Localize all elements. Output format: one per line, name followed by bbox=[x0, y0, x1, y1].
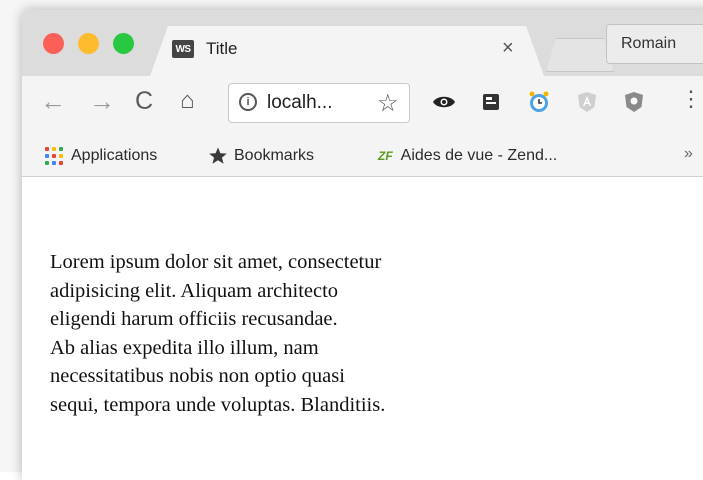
address-bar[interactable]: i localh... ☆ bbox=[228, 83, 410, 123]
clock-icon[interactable] bbox=[527, 90, 551, 114]
star-filled-icon bbox=[209, 147, 227, 164]
eye-icon[interactable] bbox=[432, 90, 456, 114]
body-paragraph: Lorem ipsum dolor sit amet, consectetur … bbox=[50, 248, 520, 419]
zend-icon: ZF bbox=[378, 149, 393, 163]
bookmark-zend[interactable]: ZF Aides de vue - Zend... bbox=[378, 145, 557, 167]
bookmark-star-icon[interactable]: ☆ bbox=[377, 89, 399, 118]
tab-strip: WS Title × Romain bbox=[22, 10, 703, 76]
bookmarks-bar: Applications Bookmarks ZF Aides de vue -… bbox=[22, 134, 703, 177]
bookmarks-overflow-icon[interactable]: » bbox=[684, 145, 693, 163]
bookmark-bookmarks[interactable]: Bookmarks bbox=[208, 145, 314, 167]
home-button[interactable]: ⌂ bbox=[180, 86, 195, 116]
url-text[interactable]: localh... bbox=[267, 92, 332, 114]
apps-grid-icon bbox=[45, 147, 63, 165]
forward-button[interactable]: → bbox=[89, 86, 115, 116]
shield-icon[interactable] bbox=[622, 90, 646, 114]
paragraph-line: Ab alias expedita illo illum, nam bbox=[50, 336, 319, 359]
bookmark-label: Applications bbox=[71, 147, 158, 164]
bookmark-label: Bookmarks bbox=[234, 147, 315, 164]
new-tab-button[interactable] bbox=[546, 38, 614, 72]
paragraph-line: eligendi harum officiis recusandae. bbox=[50, 308, 338, 330]
paragraph-line: Lorem ipsum dolor sit amet, consectetur bbox=[50, 251, 382, 273]
paragraph-line: necessitatibus nobis non optio quasi bbox=[50, 365, 345, 387]
close-window-button[interactable] bbox=[43, 33, 64, 54]
tab-close-icon[interactable]: × bbox=[502, 38, 514, 58]
tab-header: WS Title bbox=[172, 37, 238, 61]
bookmark-label: Aides de vue - Zend... bbox=[400, 147, 558, 164]
toolbar: ← → C ⌂ i localh... ☆ ⋮ bbox=[22, 76, 703, 134]
back-button[interactable]: ← bbox=[40, 86, 66, 116]
paragraph-line: adipisicing elit. Aliquam architecto bbox=[50, 279, 339, 302]
minimize-window-button[interactable] bbox=[78, 33, 99, 54]
page-favicon-icon: WS bbox=[172, 40, 194, 58]
tab-title: Title bbox=[206, 39, 238, 58]
menu-icon[interactable]: ⋮ bbox=[680, 88, 702, 110]
reload-button[interactable]: C bbox=[135, 86, 153, 116]
angular-icon[interactable] bbox=[575, 90, 599, 114]
paragraph-line: sequi, tempora unde voluptas. Blanditiis… bbox=[50, 393, 386, 416]
profile-button[interactable]: Romain bbox=[606, 24, 703, 64]
page-content: Lorem ipsum dolor sit amet, consectetur … bbox=[22, 177, 703, 480]
bookmark-applications[interactable]: Applications bbox=[45, 145, 157, 167]
browser-window: WS Title × Romain ← → C ⌂ i localh... ☆ bbox=[22, 10, 703, 480]
site-info-icon[interactable]: i bbox=[239, 93, 257, 111]
maximize-window-button[interactable] bbox=[113, 33, 134, 54]
square-icon[interactable] bbox=[479, 90, 503, 114]
